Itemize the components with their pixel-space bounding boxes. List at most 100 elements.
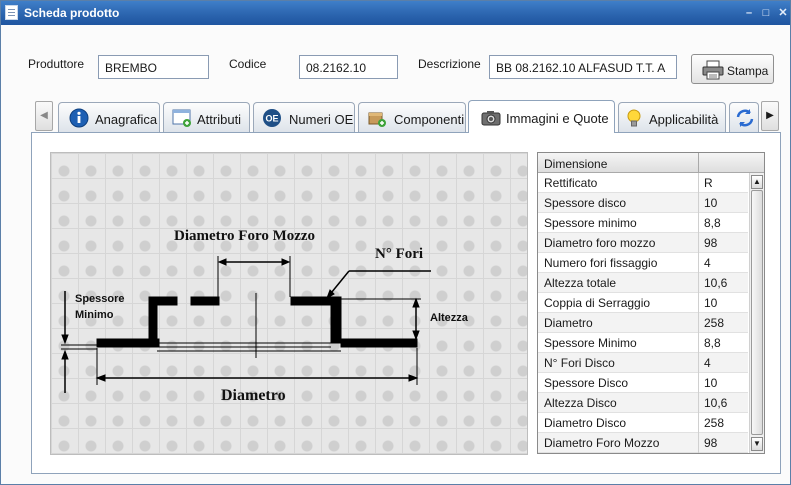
codice-field[interactable]: 08.2162.10	[299, 55, 398, 79]
minimize-button[interactable]: –	[743, 7, 755, 19]
row-value: 10	[704, 296, 718, 310]
table-row[interactable]: Diametro Disco 258	[538, 413, 748, 433]
tab-label: Attributi	[197, 112, 242, 127]
row-value: 10,6	[704, 396, 728, 410]
tab-applicabilita[interactable]: Applicabilità	[618, 102, 726, 132]
attributes-icon	[172, 109, 191, 127]
chevron-right-icon: ▶	[766, 110, 774, 121]
chevron-up-icon: ▲	[753, 177, 761, 186]
print-button[interactable]: Stampa	[691, 54, 774, 84]
table-row[interactable]: N° Fori Disco 4	[538, 353, 748, 373]
row-key: Rettificato	[544, 176, 598, 190]
tab-label: Anagrafica	[95, 112, 158, 127]
row-value: 4	[704, 256, 711, 270]
table-row[interactable]: Spessore disco 10	[538, 193, 748, 213]
spessore-minimo-line1: Spessore	[75, 293, 125, 305]
tab-scroll-right-button[interactable]: ▶	[761, 101, 779, 131]
tab-label: Immagini e Quote	[506, 111, 609, 126]
row-key: Spessore Minimo	[544, 336, 637, 350]
tab-label: Componenti	[394, 112, 465, 127]
row-key: Spessore minimo	[544, 216, 637, 230]
row-value: 258	[704, 416, 725, 430]
row-key: Altezza Disco	[544, 396, 617, 410]
row-value: 8,8	[704, 216, 721, 230]
altezza-label: Altezza	[430, 312, 468, 324]
dimension-grid[interactable]: Dimensione Rettificato R Spessore disco 10…	[537, 152, 765, 454]
grid-header-separator	[698, 153, 699, 173]
lightbulb-icon	[627, 109, 641, 127]
spessore-minimo-line2: Minimo	[75, 309, 114, 321]
row-key: Diametro Foro Mozzo	[544, 436, 660, 450]
chevron-left-icon: ◀	[40, 110, 48, 121]
document-icon	[5, 5, 18, 20]
tab-numeri-oe[interactable]: OE Numeri OE	[253, 102, 355, 132]
maximize-button[interactable]: □	[760, 7, 772, 19]
printer-icon	[702, 60, 724, 80]
scroll-down-button[interactable]: ▼	[751, 437, 763, 451]
table-row[interactable]: Numero fori fissaggio 4	[538, 253, 748, 273]
table-row[interactable]: Rettificato R	[538, 173, 748, 193]
brake-disc-drawing: Diametro Foro Mozzo N° Fori Spessore Min…	[50, 152, 528, 455]
tab-scroll-left-button[interactable]: ◀	[35, 101, 53, 131]
tab-immagini-e-quote[interactable]: Immagini e Quote	[468, 100, 615, 133]
table-row[interactable]: Diametro Foro Mozzo 98	[538, 433, 748, 453]
tab-anagrafica[interactable]: Anagrafica	[58, 102, 160, 132]
table-row[interactable]: Spessore Minimo 8,8	[538, 333, 748, 353]
grid-header-dimensione[interactable]: Dimensione	[544, 157, 607, 171]
row-key: Diametro foro mozzo	[544, 236, 656, 250]
row-value: 10	[704, 196, 718, 210]
print-button-label: Stampa	[727, 64, 769, 78]
codice-label: Codice	[229, 57, 267, 71]
row-key: N° Fori Disco	[544, 356, 615, 370]
row-value: 8,8	[704, 336, 721, 350]
table-row[interactable]: Spessore Disco 10	[538, 373, 748, 393]
tab-attributi[interactable]: Attributi	[163, 102, 250, 132]
table-row[interactable]: Coppia di Serraggio 10	[538, 293, 748, 313]
table-row[interactable]: Altezza totale 10,6	[538, 273, 748, 293]
n-fori-label: N° Fori	[375, 246, 424, 262]
table-row[interactable]: Diametro foro mozzo 98	[538, 233, 748, 253]
row-key: Diametro Disco	[544, 416, 627, 430]
camera-icon	[481, 111, 501, 126]
descrizione-label: Descrizione	[418, 57, 481, 71]
tab-refresh[interactable]	[729, 102, 759, 132]
table-row[interactable]: Diametro 258	[538, 313, 748, 333]
refresh-icon	[736, 109, 754, 127]
row-value: 10	[704, 376, 718, 390]
components-icon	[368, 112, 386, 127]
row-value: 4	[704, 356, 711, 370]
row-key: Numero fori fissaggio	[544, 256, 658, 270]
tab-label: Numeri OE	[289, 112, 354, 127]
row-key: Spessore Disco	[544, 376, 629, 390]
row-value: 98	[704, 236, 718, 250]
tab-componenti[interactable]: Componenti	[358, 102, 466, 132]
grid-scrollbar[interactable]: ▲ ▼	[749, 173, 764, 453]
product-window: Scheda prodotto – □ ✕ Produttore BREMBO …	[0, 0, 791, 485]
spessore-minimo-label: Spessore Minimo	[75, 291, 125, 323]
close-button[interactable]: ✕	[777, 7, 789, 19]
title-bar[interactable]: Scheda prodotto – □ ✕	[1, 1, 790, 25]
row-value: 258	[704, 316, 725, 330]
scroll-thumb[interactable]	[751, 190, 763, 435]
tab-label: Applicabilità	[649, 112, 719, 127]
window-title: Scheda prodotto	[24, 6, 120, 20]
table-row[interactable]: Spessore minimo 8,8	[538, 213, 748, 233]
grid-rows: Rettificato R Spessore disco 10 Spessore m…	[538, 173, 748, 453]
table-row[interactable]: Altezza Disco 10,6	[538, 393, 748, 413]
scroll-up-button[interactable]: ▲	[751, 175, 763, 189]
chevron-down-icon: ▼	[753, 439, 761, 448]
row-key: Diametro	[544, 316, 593, 330]
row-key: Altezza totale	[544, 276, 617, 290]
diametro-label: Diametro	[221, 387, 286, 404]
svg-text:OE: OE	[265, 114, 278, 124]
produttore-field[interactable]: BREMBO	[98, 55, 209, 79]
info-icon	[69, 108, 89, 128]
oe-icon: OE	[263, 109, 281, 127]
grid-header: Dimensione	[538, 153, 764, 173]
diametro-foro-mozzo-label: Diametro Foro Mozzo	[174, 228, 316, 244]
row-value: 98	[704, 436, 718, 450]
descrizione-field[interactable]: BB 08.2162.10 ALFASUD T.T. A	[489, 55, 677, 79]
produttore-label: Produttore	[28, 57, 85, 71]
row-key: Coppia di Serraggio	[544, 296, 651, 310]
row-value: R	[704, 176, 713, 190]
